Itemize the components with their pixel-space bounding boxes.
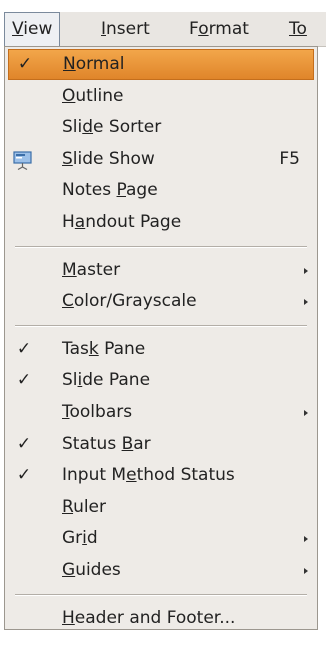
menu-item-label: Ruler [62, 496, 107, 517]
menu-item-label: Input Method Status [62, 465, 235, 486]
checkmark-icon: ✓ [16, 338, 32, 359]
menu-item-label: Guides [62, 560, 121, 580]
submenu-arrow-icon [304, 299, 308, 306]
menu-item-slide-sorter[interactable]: Slide Sorter [8, 112, 314, 143]
menu-item-label: Outline [62, 85, 124, 106]
menu-insert[interactable]: Insert [94, 12, 157, 46]
menu-item-handout-page[interactable]: Handout Page [8, 207, 314, 238]
menu-item-label: Grid [62, 528, 98, 549]
menu-item-label: Master [62, 259, 121, 280]
menu-item-label: Task Pane [62, 338, 146, 359]
menu-item-label: Slide Show [62, 148, 155, 169]
menu-item-master[interactable]: Master [8, 255, 314, 286]
menu-item-label: Handout Page [62, 212, 182, 232]
menu-view[interactable]: View [4, 12, 61, 46]
menu-item-normal[interactable]: ✓ Normal [8, 49, 314, 80]
checkmark-icon: ✓ [16, 370, 32, 391]
menu-separator [15, 593, 307, 596]
menu-item-slide-show[interactable]: Slide Show F5 [8, 144, 314, 175]
menu-separator [15, 245, 307, 248]
menu-tools[interactable]: To [282, 12, 314, 46]
menu-item-ruler[interactable]: Ruler [8, 492, 314, 523]
checkmark-icon: ✓ [16, 433, 32, 454]
menu-item-grid[interactable]: Grid [8, 523, 314, 554]
view-menu: ✓ Normal Outline Slide Sorter Slide Show F5 No… [4, 46, 318, 660]
menu-bar: View Insert Format To [4, 12, 326, 47]
menu-item-label: Header and Footer... [62, 607, 236, 628]
menu-item-label: Slide Sorter [62, 117, 162, 138]
menu-item-task-pane[interactable]: ✓ Task Pane [8, 334, 314, 365]
menu-item-guides[interactable]: Guides [8, 555, 314, 586]
menu-item-status-bar[interactable]: ✓ Status Bar [8, 429, 314, 460]
menu-item-toolbars[interactable]: Toolbars [8, 397, 314, 428]
checkmark-icon: ✓ [16, 465, 32, 486]
menu-item-input-method-status[interactable]: ✓ Input Method Status [8, 460, 314, 491]
checkmark-icon: ✓ [17, 54, 33, 74]
submenu-arrow-icon [304, 267, 308, 274]
menu-item-label: Slide Pane [62, 370, 151, 391]
submenu-arrow-icon [304, 568, 308, 574]
desktop-background [0, 640, 326, 660]
submenu-arrow-icon [304, 536, 308, 543]
slide-show-icon [13, 151, 32, 170]
shortcut-label: F5 [279, 148, 300, 169]
menu-item-label: Notes Page [62, 180, 158, 201]
submenu-arrow-icon [304, 410, 308, 416]
screenshot-frame: View Insert Format To ✓ Normal Outline Slid… [0, 0, 326, 660]
menu-item-label: Status Bar [62, 433, 151, 454]
menu-item-slide-pane[interactable]: ✓ Slide Pane [8, 365, 314, 396]
menu-item-label: Color/Grayscale [62, 291, 197, 312]
menu-item-color-grayscale[interactable]: Color/Grayscale [8, 286, 314, 317]
menu-format[interactable]: Format [182, 12, 256, 46]
menu-separator [15, 324, 307, 327]
menu-item-outline[interactable]: Outline [8, 81, 314, 112]
menu-item-header-and-footer[interactable]: Header and Footer... [8, 603, 314, 634]
menu-item-label: Toolbars [62, 402, 133, 422]
menu-item-notes-page[interactable]: Notes Page [8, 175, 314, 206]
menu-item-label: Normal [63, 54, 125, 74]
